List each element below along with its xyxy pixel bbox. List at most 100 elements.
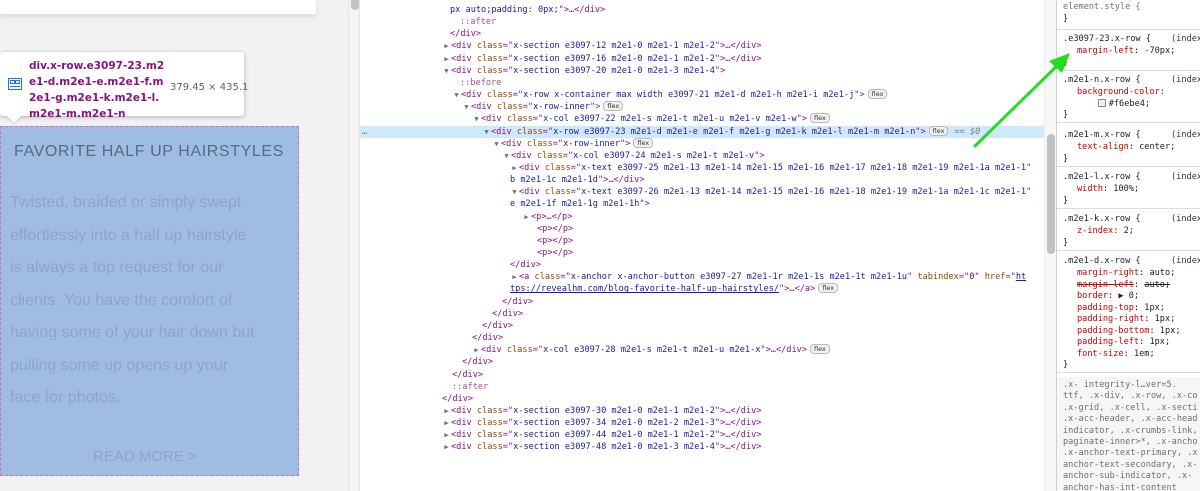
- dom-node[interactable]: ▼ <div class="x-section e3097-20 m2e1-0 m…: [442, 65, 725, 77]
- style-property[interactable]: padding-bottom: 1px;: [1077, 326, 1181, 338]
- property-name[interactable]: font-size: [1077, 349, 1124, 359]
- dom-node[interactable]: ▼ <div class="x-row-inner"> flex: [492, 137, 654, 150]
- property-value[interactable]: 2;: [1124, 226, 1134, 236]
- property-name[interactable]: z-index: [1077, 226, 1113, 236]
- style-property[interactable]: font-size: 1em;: [1077, 349, 1155, 361]
- inherited-selector-line[interactable]: .x- integrity-l…ver=5.: [1063, 380, 1177, 392]
- dom-node[interactable]: </div>: [492, 308, 523, 320]
- dom-node[interactable]: </div>: [450, 28, 481, 40]
- property-name[interactable]: width: [1077, 184, 1103, 194]
- expand-toggle-icon[interactable]: ▶: [442, 441, 451, 453]
- property-name[interactable]: padding-bottom: [1077, 326, 1149, 336]
- color-swatch[interactable]: [1097, 98, 1106, 107]
- dom-node[interactable]: ▼ <div class="x-col e3097-24 m2e1-s m2e1-…: [502, 150, 764, 162]
- expand-toggle-icon[interactable]: ▼: [462, 101, 471, 113]
- dom-node[interactable]: </div>: [462, 356, 493, 368]
- property-value[interactable]: 100%;: [1113, 184, 1139, 194]
- flex-badge[interactable]: flex: [818, 283, 839, 294]
- rule-selector[interactable]: .m2e1-d.x-row {: [1063, 256, 1141, 268]
- dom-node[interactable]: ::before: [460, 77, 501, 89]
- node-actions-icon[interactable]: …: [362, 126, 367, 138]
- rule-selector[interactable]: .m2e1-l.x-row {: [1063, 172, 1141, 184]
- property-name[interactable]: border: [1077, 291, 1108, 301]
- property-value[interactable]: 1px;: [1160, 326, 1181, 336]
- style-property[interactable]: padding-right: 1px;: [1077, 314, 1175, 326]
- dom-node[interactable]: ▼ <div class="x-col e3097-22 m2e1-s m2e1-…: [472, 113, 830, 125]
- style-property[interactable]: border: ▶ 0;: [1077, 291, 1139, 303]
- dom-node[interactable]: </div>: [442, 393, 473, 405]
- inherited-selector-line[interactable]: indicator, .x-crumbs-link,: [1063, 426, 1198, 438]
- flex-badge[interactable]: flex: [810, 344, 830, 355]
- read-more-link[interactable]: READ MORE >: [93, 448, 197, 465]
- rule-selector[interactable]: .m2e1-m.x-row {: [1063, 130, 1141, 142]
- rule-source-link[interactable]: (index: [1171, 256, 1200, 268]
- href-link[interactable]: ht: [1016, 272, 1026, 282]
- property-name[interactable]: padding-right: [1077, 314, 1144, 324]
- dom-node[interactable]: ▶ <div class="x-section e3097-12 m2e1-0 m…: [442, 40, 761, 52]
- style-property[interactable]: width: 100%;: [1077, 184, 1139, 196]
- property-value[interactable]: #f6ebe4;: [1109, 99, 1150, 109]
- property-value[interactable]: 1px;: [1144, 303, 1165, 313]
- rule-selector[interactable]: .e3097-23.x-row {: [1063, 34, 1151, 46]
- flex-badge[interactable]: flex: [603, 101, 624, 112]
- dom-node[interactable]: ▶ <div class="x-section e3097-30 m2e1-0 m…: [442, 405, 761, 417]
- expand-toggle-icon[interactable]: ▶: [510, 271, 519, 283]
- expand-toggle-icon[interactable]: [528, 235, 537, 247]
- inherited-selector-line[interactable]: .x-anchor-text-primary, .x: [1063, 448, 1198, 460]
- expand-toggle-icon[interactable]: ▼: [472, 113, 481, 125]
- expand-toggle-icon[interactable]: ▶: [510, 162, 519, 174]
- expand-toggle-icon[interactable]: [528, 223, 537, 235]
- expand-toggle-icon[interactable]: ▶: [442, 405, 451, 417]
- property-name[interactable]: margin-right: [1077, 268, 1139, 278]
- property-value[interactable]: auto;: [1149, 268, 1175, 278]
- rule-selector[interactable]: .m2e1-k.x-row {: [1063, 214, 1141, 226]
- dom-node[interactable]: ▶ <div class="x-section e3097-48 m2e1-0 m…: [442, 441, 761, 453]
- dom-node[interactable]: ▼ <div class="x-text e3097-26 m2e1-13 m2e…: [510, 186, 1031, 198]
- expand-toggle-icon[interactable]: ▼: [502, 150, 511, 162]
- inherited-selector-line[interactable]: anchor-sub-indicator, .x-: [1063, 471, 1192, 483]
- dom-node[interactable]: tps://revealhm.com/blog-favorite-half-up…: [510, 283, 839, 295]
- expand-toggle-icon[interactable]: ▶: [442, 429, 451, 441]
- expand-toggle-icon[interactable]: ▼: [442, 65, 451, 77]
- rule-source-link[interactable]: (index: [1171, 34, 1200, 46]
- dom-node[interactable]: ▶ <div class="x-col e3097-28 m2e1-s m2e1-…: [472, 344, 830, 356]
- rule-source-link[interactable]: (index: [1171, 172, 1200, 184]
- property-name[interactable]: margin-left: [1077, 280, 1134, 290]
- property-value[interactable]: ▶ 0;: [1118, 291, 1139, 301]
- property-name[interactable]: padding-left: [1077, 337, 1139, 347]
- rule-selector[interactable]: .m2e1-n.x-row {: [1063, 75, 1141, 87]
- expand-toggle-icon[interactable]: ▶: [442, 417, 451, 429]
- dom-node[interactable]: <p></p>: [528, 235, 573, 247]
- style-property[interactable]: padding-left: 1px;: [1077, 337, 1170, 349]
- inherited-selector-line[interactable]: .x-grid, .x-cell, .x-secti: [1063, 403, 1198, 415]
- dom-node[interactable]: ▶ <div class="x-section e3097-34 m2e1-0 m…: [442, 417, 761, 429]
- dom-node[interactable]: </div>: [510, 259, 541, 271]
- property-name[interactable]: margin-left: [1077, 46, 1134, 56]
- dom-node[interactable]: px auto;padding: 0px;">…</div>: [450, 4, 605, 16]
- style-property[interactable]: margin-left: auto;: [1077, 280, 1170, 292]
- expand-toggle-icon[interactable]: ▶: [442, 53, 451, 65]
- dom-node[interactable]: </div>: [472, 332, 503, 344]
- property-value[interactable]: 1em;: [1134, 349, 1155, 359]
- style-property[interactable]: margin-left: -70px;: [1077, 46, 1175, 58]
- property-name[interactable]: background-color: [1077, 87, 1160, 97]
- property-value[interactable]: 1px;: [1155, 314, 1176, 324]
- style-property[interactable]: text-align: center;: [1077, 142, 1175, 154]
- inherited-selector-line[interactable]: paginate-inner>*, .x-ancho: [1063, 437, 1198, 449]
- flex-badge[interactable]: flex: [633, 137, 654, 148]
- rule-source-link[interactable]: (index: [1171, 214, 1200, 226]
- dom-node[interactable]: </div>: [502, 296, 533, 308]
- expand-toggle-icon[interactable]: ▼: [492, 138, 501, 150]
- dom-node[interactable]: ::after: [452, 381, 488, 393]
- rule-source-link[interactable]: (index: [1171, 130, 1200, 142]
- style-property[interactable]: padding-top: 1px;: [1077, 303, 1165, 315]
- dom-node[interactable]: ▶ <div class="x-section e3097-16 m2e1-0 m…: [442, 53, 761, 65]
- dom-node[interactable]: <p></p>: [528, 247, 573, 259]
- inherited-selector-line[interactable]: .x-acc-header, .x-acc-head: [1063, 414, 1198, 426]
- dom-scrollbar-thumb[interactable]: [1047, 134, 1055, 254]
- expand-toggle-icon[interactable]: [528, 247, 537, 259]
- dom-node[interactable]: e m2e1-1f m2e1-1g m2e1-1h">: [510, 198, 650, 210]
- dom-node[interactable]: </div>: [482, 320, 513, 332]
- expand-toggle-icon[interactable]: ▶: [472, 344, 481, 356]
- style-property[interactable]: background-color: #f6ebe4;: [1077, 87, 1165, 110]
